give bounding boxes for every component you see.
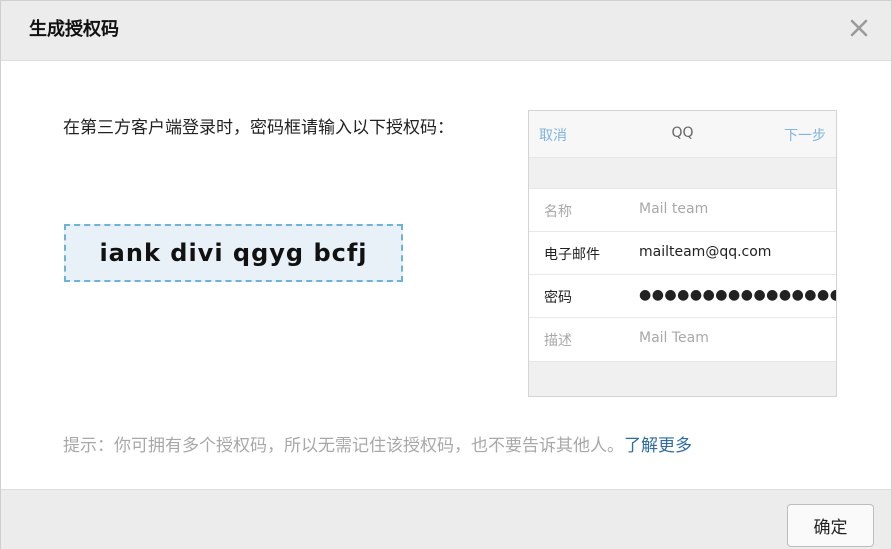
row-label: 电子邮件 <box>544 247 600 263</box>
ok-button[interactable]: 确定 <box>787 504 874 547</box>
phone-row-description: 描述 Mail Team <box>529 318 836 361</box>
row-value: ●●●●●●●●●●●●●●●● <box>639 287 837 303</box>
auth-code[interactable]: iank divi qgyg bcfj <box>99 239 367 267</box>
phone-row-email: 电子邮件 mailteam@qq.com <box>529 232 836 275</box>
dialog-footer: 确定 <box>1 489 891 549</box>
phone-row-name: 名称 Mail team <box>529 189 836 232</box>
row-label: 描述 <box>544 333 572 349</box>
phone-spacer <box>529 157 836 189</box>
close-icon[interactable] <box>847 16 871 40</box>
phone-nav-bar: 取消 QQ 下一步 <box>529 111 836 157</box>
row-value: mailteam@qq.com <box>639 244 772 260</box>
phone-bottom-spacer <box>529 361 836 396</box>
row-label: 名称 <box>544 204 572 220</box>
row-label: 密码 <box>544 290 572 306</box>
instruction-text: 在第三方客户端登录时，密码框请输入以下授权码： <box>63 118 454 138</box>
phone-next-label: 下一步 <box>784 128 826 144</box>
dialog-header: 生成授权码 <box>1 1 891 61</box>
row-value: Mail Team <box>639 330 709 346</box>
phone-preview: 取消 QQ 下一步 名称 Mail team 电子邮件 mailteam@qq.… <box>528 110 837 397</box>
tip-text: 提示：你可拥有多个授权码，所以无需记住该授权码，也不要告诉其他人。了解更多 <box>63 433 692 459</box>
tip-message: 提示：你可拥有多个授权码，所以无需记住该授权码，也不要告诉其他人。 <box>63 436 624 456</box>
learn-more-link[interactable]: 了解更多 <box>624 436 692 456</box>
dialog-title: 生成授权码 <box>29 19 119 40</box>
phone-row-password: 密码 ●●●●●●●●●●●●●●●● <box>529 275 836 318</box>
row-value: Mail team <box>639 201 709 217</box>
auth-code-box: iank divi qgyg bcfj <box>64 224 403 282</box>
auth-code-dialog: 生成授权码 在第三方客户端登录时，密码框请输入以下授权码： iank divi … <box>0 0 892 549</box>
phone-form-list: 名称 Mail team 电子邮件 mailteam@qq.com 密码 ●●●… <box>529 189 836 361</box>
